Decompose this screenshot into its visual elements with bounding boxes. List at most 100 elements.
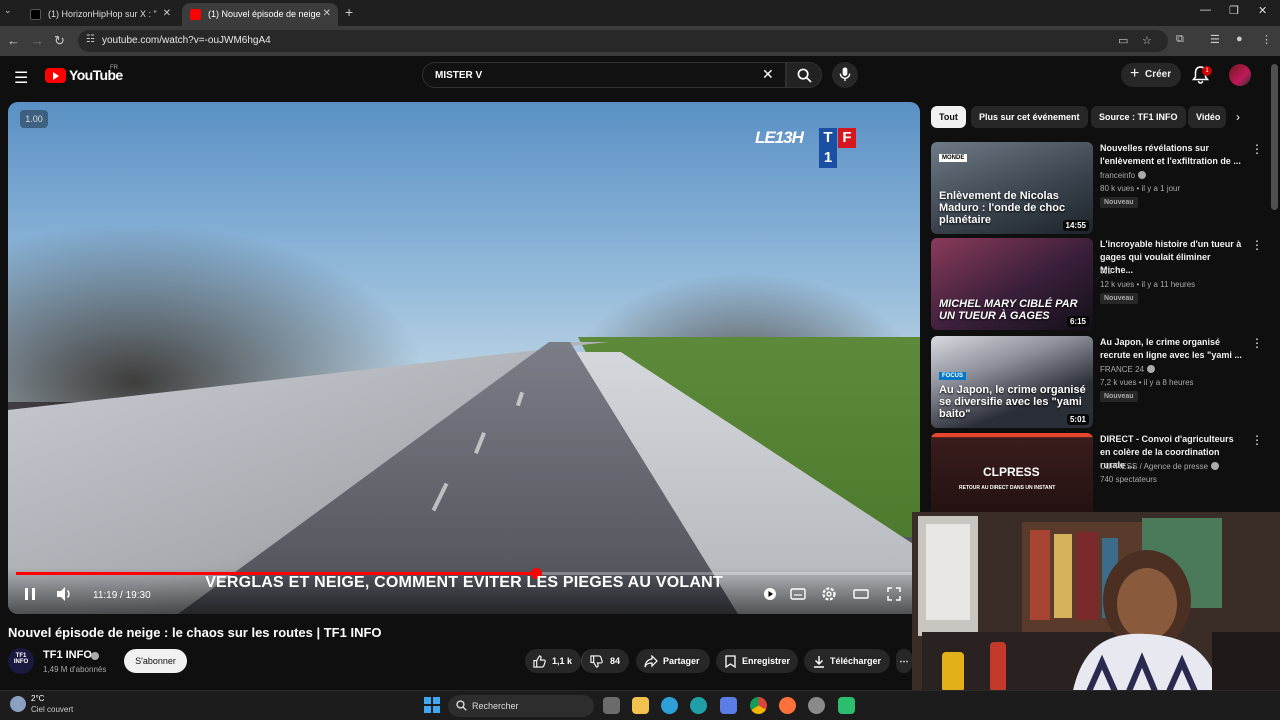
tab-search-icon[interactable]: ⌄ bbox=[4, 5, 12, 16]
app-icon[interactable] bbox=[838, 697, 855, 714]
recommendation-title[interactable]: Nouvelles révélations sur l'enlèvement e… bbox=[1100, 142, 1246, 168]
subtitles-icon[interactable] bbox=[790, 586, 806, 602]
create-button[interactable]: + Créer bbox=[1121, 63, 1181, 87]
page-scrollbar[interactable] bbox=[1271, 64, 1278, 210]
more-options-icon[interactable]: ⋮ bbox=[1251, 433, 1263, 447]
minimize-icon[interactable]: — bbox=[1200, 4, 1211, 16]
more-actions-button[interactable]: ⋯ bbox=[896, 649, 912, 673]
youtube-logo[interactable]: YouTube FR bbox=[45, 65, 135, 85]
search-button[interactable] bbox=[786, 62, 822, 88]
windows-start-icon[interactable] bbox=[424, 697, 440, 713]
profile-icon[interactable]: ● bbox=[1236, 33, 1243, 45]
voice-search-button[interactable] bbox=[832, 62, 858, 88]
theater-mode-icon[interactable] bbox=[853, 586, 869, 602]
like-button[interactable]: 1,1 k bbox=[525, 649, 581, 673]
settings-gear-icon[interactable] bbox=[808, 697, 825, 714]
chip-videos[interactable]: Vidéo bbox=[1188, 106, 1226, 128]
taskbar-search[interactable]: Rechercher bbox=[448, 695, 594, 717]
save-button[interactable]: Enregistrer bbox=[716, 649, 798, 673]
dislike-count: 84 bbox=[610, 656, 621, 666]
recommendation-title[interactable]: Au Japon, le crime organisé recrute en l… bbox=[1100, 336, 1246, 362]
search-icon bbox=[456, 700, 467, 711]
tf1-letter: T bbox=[819, 128, 837, 148]
video-thumbnail[interactable]: FOCUS Au Japon, le crime organisé se div… bbox=[931, 336, 1093, 428]
more-options-icon[interactable]: ⋮ bbox=[1251, 238, 1263, 252]
channel-avatar[interactable]: TF1 INFO bbox=[8, 648, 34, 674]
recommendation-item[interactable]: MONDE Enlèvement de Nicolas Maduro : l'o… bbox=[931, 142, 1263, 234]
reload-icon[interactable]: ↻ bbox=[54, 33, 65, 49]
back-icon[interactable]: ← bbox=[7, 33, 20, 48]
weather-description[interactable]: Ciel couvert bbox=[31, 705, 73, 714]
bookmark-star-icon[interactable]: ☆ bbox=[1142, 34, 1152, 47]
time-display: 11:19 / 19:30 bbox=[93, 590, 151, 601]
recommendation-item[interactable]: MICHEL MARY CIBLÉ PAR UN TUEUR À GAGES 6… bbox=[931, 238, 1263, 330]
chevron-right-icon[interactable]: › bbox=[1236, 110, 1240, 124]
chip-source[interactable]: Source : TF1 INFO bbox=[1091, 106, 1186, 128]
volume-icon[interactable] bbox=[55, 586, 73, 602]
browser-tab-youtube[interactable]: (1) Nouvel épisode de neige ✕ bbox=[182, 3, 338, 26]
account-avatar[interactable] bbox=[1229, 64, 1251, 86]
browser-tab-x[interactable]: (1) HorizonHipHop sur X : " ✕ bbox=[22, 3, 178, 26]
more-options-icon[interactable]: ⋮ bbox=[1251, 336, 1263, 350]
firefox-icon[interactable] bbox=[779, 697, 796, 714]
share-label: Partager bbox=[663, 656, 700, 666]
edge-icon[interactable] bbox=[690, 697, 707, 714]
file-explorer-icon[interactable] bbox=[632, 697, 649, 714]
edge-browser-icon[interactable] bbox=[661, 697, 678, 714]
download-icon bbox=[814, 656, 824, 668]
new-badge: Nouveau bbox=[1100, 391, 1138, 402]
microsoft-store-icon[interactable] bbox=[720, 697, 737, 714]
chrome-icon[interactable] bbox=[750, 697, 767, 714]
video-thumbnail[interactable]: MICHEL MARY CIBLÉ PAR UN TUEUR À GAGES 6… bbox=[931, 238, 1093, 330]
weather-temperature[interactable]: 2°C bbox=[31, 694, 44, 703]
channel-label: FRANCE 24 bbox=[1100, 365, 1145, 374]
close-window-icon[interactable]: ✕ bbox=[1258, 4, 1267, 17]
thumbs-up-icon bbox=[533, 655, 546, 668]
video-duration: 14:55 bbox=[1062, 220, 1089, 231]
recommendation-channel: franceinfo bbox=[1100, 171, 1147, 180]
site-info-icon[interactable]: ☷ bbox=[86, 34, 95, 45]
video-thumbnail[interactable]: MONDE Enlèvement de Nicolas Maduro : l'o… bbox=[931, 142, 1093, 234]
url-text[interactable]: youtube.com/watch?v=-ouJWM6hgA4 bbox=[102, 35, 271, 46]
recommendation-title[interactable]: L'incroyable histoire d'un tueur à gages… bbox=[1100, 238, 1246, 277]
task-view-icon[interactable] bbox=[603, 697, 620, 714]
subscribe-button[interactable]: S'abonner bbox=[124, 649, 187, 673]
video-player[interactable]: 1.00 LE13H T F1 VERGLAS ET NEIGE, COMMENT… bbox=[8, 102, 920, 614]
taskbar: 2°C Ciel couvert Rechercher bbox=[0, 690, 1280, 720]
youtube-favicon-icon bbox=[190, 9, 201, 20]
chip-all[interactable]: Tout bbox=[931, 106, 966, 128]
download-button[interactable]: Télécharger bbox=[804, 649, 890, 673]
dislike-button[interactable]: 84 bbox=[581, 649, 629, 673]
thumbs-down-icon bbox=[590, 655, 603, 668]
verified-badge-icon bbox=[1147, 365, 1156, 373]
recommendation-meta: 7,2 k vues • il y a 8 heures bbox=[1100, 378, 1194, 387]
address-bar[interactable]: ☷ youtube.com/watch?v=-ouJWM6hgA4 ▭ ☆ bbox=[78, 30, 1168, 52]
verified-badge-icon bbox=[1138, 171, 1147, 179]
extensions-icon[interactable]: ⧉ bbox=[1176, 33, 1184, 46]
browser-menu-icon[interactable]: ⋮ bbox=[1261, 33, 1272, 46]
fullscreen-icon[interactable] bbox=[886, 586, 902, 602]
chip-event[interactable]: Plus sur cet événement bbox=[971, 106, 1088, 128]
recommendation-item[interactable]: FOCUS Au Japon, le crime organisé se div… bbox=[931, 336, 1263, 428]
settings-gear-icon[interactable] bbox=[821, 586, 837, 602]
close-tab-icon[interactable]: ✕ bbox=[323, 8, 331, 19]
pause-icon[interactable] bbox=[23, 586, 37, 602]
close-tab-icon[interactable]: ✕ bbox=[163, 8, 171, 19]
more-options-icon[interactable]: ⋮ bbox=[1251, 142, 1263, 156]
forward-icon[interactable]: → bbox=[31, 33, 44, 48]
search-input[interactable] bbox=[433, 67, 733, 83]
channel-name[interactable]: TF1 INFO bbox=[43, 649, 92, 661]
share-button[interactable]: Partager bbox=[636, 649, 710, 673]
guide-menu-icon[interactable]: ☰ bbox=[14, 68, 28, 88]
clear-search-icon[interactable]: ✕ bbox=[762, 66, 774, 83]
create-label: Créer bbox=[1145, 69, 1172, 80]
autoplay-toggle-icon[interactable] bbox=[762, 586, 778, 602]
recommendation-meta: 80 k vues • il y a 1 jour bbox=[1100, 184, 1181, 193]
restore-icon[interactable]: ❐ bbox=[1229, 4, 1239, 17]
country-code: FR bbox=[110, 65, 118, 71]
recommendation-channel: FRANCE 24 bbox=[1100, 365, 1156, 374]
weather-cloud-icon[interactable] bbox=[10, 696, 26, 712]
cast-icon[interactable]: ▭ bbox=[1118, 34, 1128, 47]
new-tab-icon[interactable]: + bbox=[345, 4, 353, 20]
reading-list-icon[interactable]: ☰ bbox=[1210, 33, 1220, 46]
